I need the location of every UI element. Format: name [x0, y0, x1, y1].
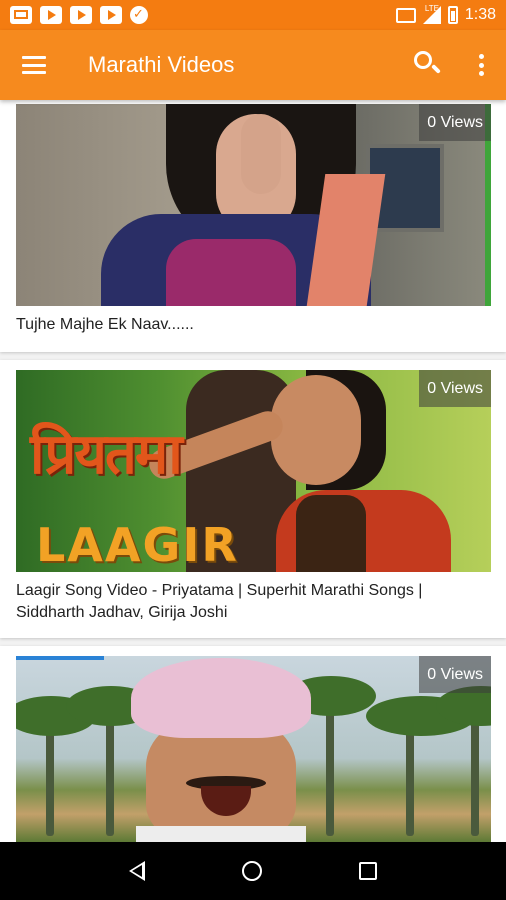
status-bar: LTE 1:38 [0, 0, 506, 30]
video-title[interactable]: Laagir Song Video - Priyatama | Superhit… [16, 580, 486, 624]
app-bar: Marathi Videos [0, 30, 506, 100]
views-badge: 0 Views [419, 104, 491, 141]
video-card[interactable]: प्रियतमा LAAGIR 0 Views Laagir Song Vide… [0, 360, 506, 638]
status-time: 1:38 [464, 6, 496, 23]
video-thumbnail[interactable]: 0 Views [16, 656, 491, 842]
system-nav-bar [0, 842, 506, 900]
app-title: Marathi Videos [88, 52, 235, 77]
mail-icon [10, 6, 32, 24]
video-thumbnail[interactable]: प्रियतमा LAAGIR 0 Views [16, 370, 491, 572]
views-badge: 0 Views [419, 656, 491, 693]
back-icon[interactable] [128, 861, 145, 881]
thumbnail-title-marathi: प्रियतमा [30, 421, 183, 487]
signal-icon: LTE [422, 4, 441, 24]
network-type-label: LTE [424, 4, 439, 13]
video-feed[interactable]: 0 Views Tujhe Majhe Ek Naav...... प्रियत… [0, 100, 506, 842]
home-icon[interactable] [241, 861, 262, 881]
youtube-icon [100, 6, 122, 24]
youtube-icon [70, 6, 92, 24]
youtube-icon [40, 6, 62, 24]
check-icon [130, 6, 148, 24]
views-badge: 0 Views [419, 370, 491, 407]
search-icon[interactable] [414, 51, 442, 79]
cast-icon [395, 7, 416, 23]
more-vert-icon[interactable] [478, 54, 484, 76]
video-thumbnail[interactable]: 0 Views [16, 104, 491, 306]
system-icons: LTE 1:38 [395, 4, 496, 24]
video-title[interactable]: Tujhe Majhe Ek Naav...... [16, 314, 486, 336]
menu-icon[interactable] [22, 56, 46, 74]
notification-icons [10, 6, 148, 24]
battery-icon [447, 6, 458, 24]
thumbnail-title-laagir: LAAGIR [36, 518, 239, 572]
recents-icon[interactable] [359, 862, 378, 880]
video-card[interactable]: 0 Views Tujhe Majhe Ek Naav...... [0, 100, 506, 352]
video-card[interactable]: 0 Views [0, 646, 506, 842]
